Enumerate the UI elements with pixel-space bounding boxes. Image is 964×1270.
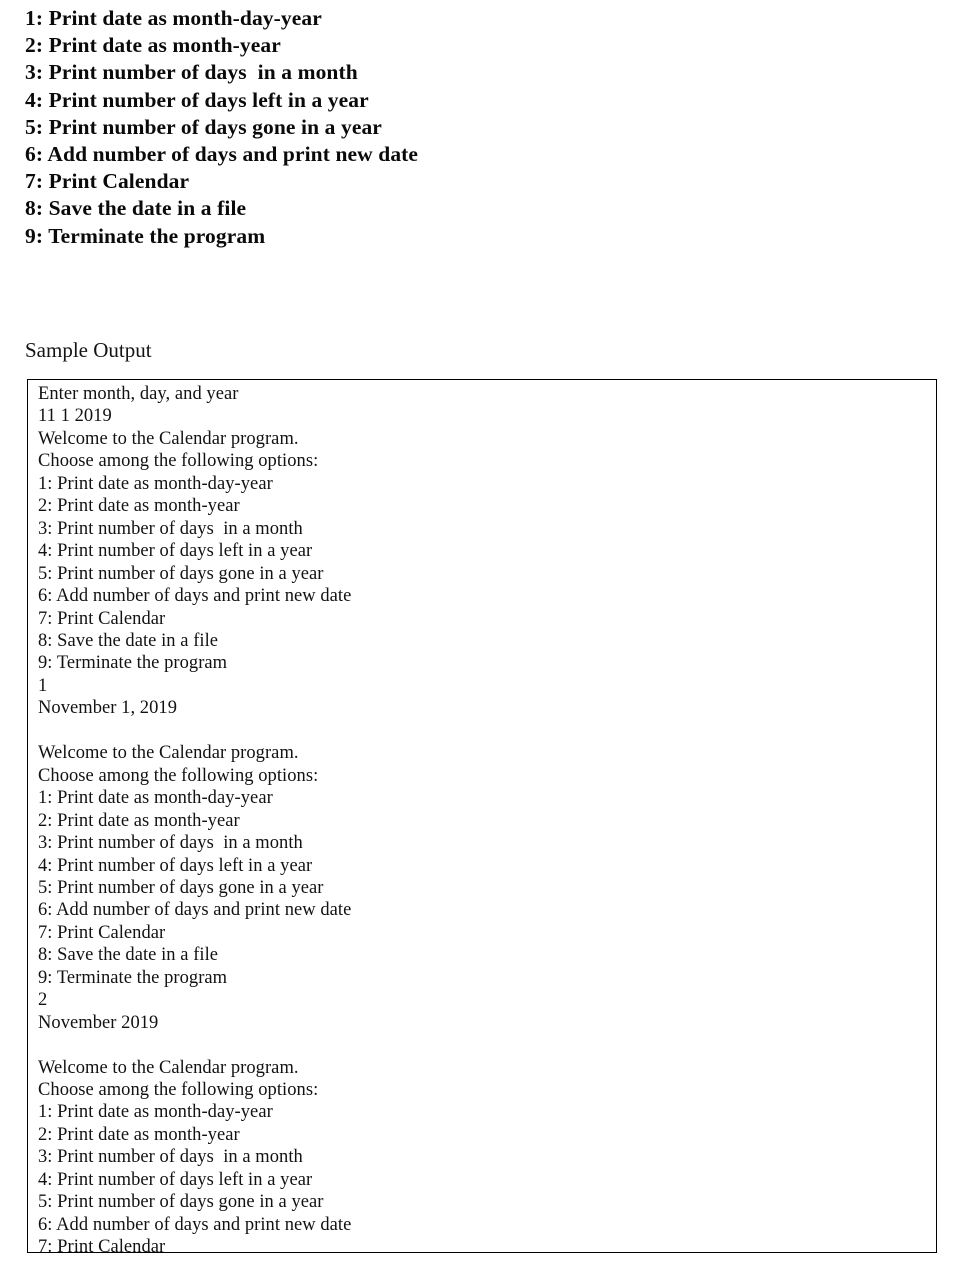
menu-option-line: 5: Print number of days gone in a year — [25, 114, 382, 139]
console-line: 7: Print Calendar — [38, 922, 166, 943]
menu-option-line: 9: Terminate the program — [25, 223, 266, 248]
console-line: 3: Print number of days in a month — [38, 518, 303, 539]
console-line: 2: Print date as month-year — [38, 810, 240, 831]
console-line: 1: Print date as month-day-year — [38, 1102, 273, 1123]
console-line: 4: Print number of days left in a year — [38, 1169, 313, 1190]
console-line: 4: Print number of days left in a year — [38, 855, 313, 876]
console-line: 5: Print number of days gone in a year — [38, 877, 324, 898]
menu-option-line: 1: Print date as month-day-year — [25, 6, 322, 30]
menu-options-list: 1: Print date as month-day-year 2: Print … — [25, 5, 925, 250]
console-line: Choose among the following options: — [38, 1080, 319, 1101]
console-line: Welcome to the Calendar program. — [38, 428, 299, 449]
console-line: 8: Save the date in a file — [38, 945, 219, 966]
console-line: 9: Terminate the program — [38, 653, 228, 674]
console-line: 7: Print Calendar — [38, 608, 166, 629]
console-line: November 1, 2019 — [38, 698, 178, 719]
console-line: Choose among the following options: — [38, 451, 319, 472]
console-line: 4: Print number of days left in a year — [38, 541, 313, 562]
menu-option-line: 4: Print number of days left in a year — [25, 87, 369, 112]
console-line: 1 — [38, 675, 48, 696]
sample-output-heading: Sample Output — [25, 338, 152, 362]
console-line: 6: Add number of days and print new date — [38, 1214, 352, 1235]
console-line: Welcome to the Calendar program. — [38, 1057, 299, 1078]
console-line: 6: Add number of days and print new date — [38, 586, 352, 607]
menu-option-line: 6: Add number of days and print new date — [25, 142, 419, 167]
console-line: 11 1 2019 — [38, 406, 112, 427]
console-line: 3: Print number of days in a month — [38, 1147, 303, 1168]
console-line: 6: Add number of days and print new date — [38, 900, 352, 921]
console-line: 1: Print date as month-day-year — [38, 473, 273, 494]
menu-option-line: 2: Print date as month-year — [25, 33, 281, 58]
console-line: 2 — [38, 990, 48, 1011]
console-line: 2: Print date as month-year — [38, 496, 240, 517]
console-line: 9: Terminate the program — [38, 967, 228, 988]
menu-option-line: 7: Print Calendar — [25, 169, 190, 194]
console-line: 3: Print number of days in a month — [38, 833, 303, 854]
console-line: 7: Print Calendar — [38, 1237, 166, 1253]
sample-output-box: Enter month, day, and year 11 1 2019 Welco… — [27, 379, 937, 1253]
menu-option-line: 8: Save the date in a file — [25, 196, 247, 221]
console-line: November 2019 — [38, 1012, 159, 1033]
console-line: 8: Save the date in a file — [38, 630, 219, 651]
console-line: 5: Print number of days gone in a year — [38, 1192, 324, 1213]
console-line: 1: Print date as month-day-year — [38, 788, 273, 809]
console-line: Choose among the following options: — [38, 765, 319, 786]
console-output-text: Enter month, day, and year 11 1 2019 Welco… — [38, 383, 932, 1253]
console-line: 5: Print number of days gone in a year — [38, 563, 324, 584]
menu-option-line: 3: Print number of days in a month — [25, 60, 358, 85]
console-line: 2: Print date as month-year — [38, 1124, 240, 1145]
console-line: Welcome to the Calendar program. — [38, 743, 299, 764]
console-line: Enter month, day, and year — [38, 384, 239, 404]
